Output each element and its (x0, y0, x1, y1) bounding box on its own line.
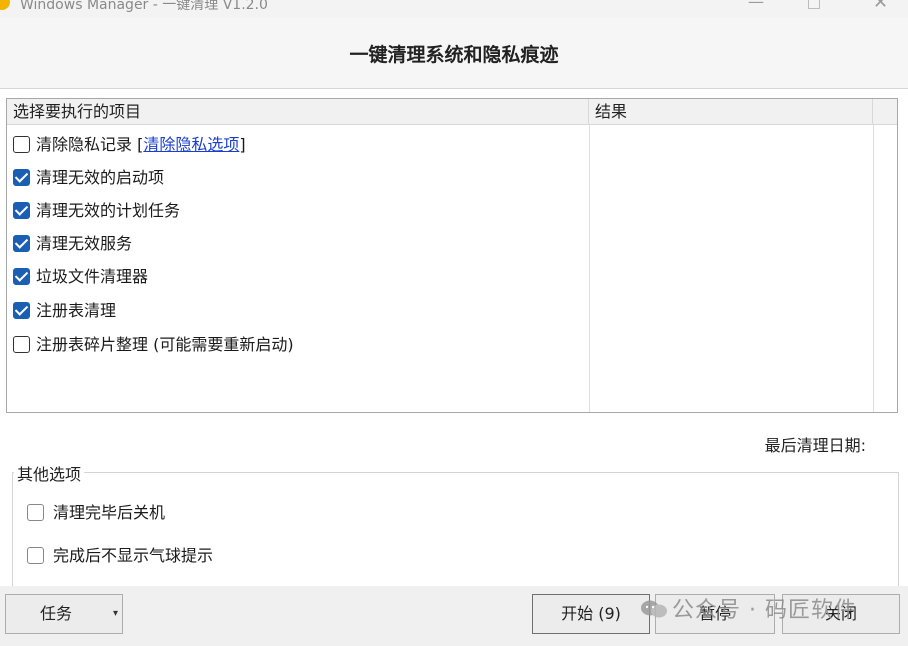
list-item-junk-files[interactable]: 垃圾文件清理器 (13, 265, 148, 289)
other-options-label: 其他选项 (14, 461, 85, 485)
list-item-clear-privacy[interactable]: 清除隐私记录 [清除隐私选项] (13, 133, 246, 157)
column-header-filler (873, 99, 897, 125)
group-border (12, 472, 13, 586)
watermark-text: 公众号 · 码匠软件 (672, 598, 857, 623)
list-item-startup[interactable]: 清理无效的启动项 (13, 166, 164, 190)
window-titlebar: Windows Manager - 一键清理 V1.2.0 — ✕ (0, 0, 908, 18)
option-label: 清理完毕后关机 (53, 503, 166, 522)
checkbox[interactable] (27, 504, 44, 521)
group-border (12, 472, 898, 473)
list-item-scheduled-tasks[interactable]: 清理无效的计划任务 (13, 199, 180, 223)
close-window-icon[interactable]: ✕ (873, 0, 888, 13)
column-divider (589, 125, 590, 412)
app-icon (0, 0, 10, 10)
column-divider (873, 125, 874, 412)
list-item-label: 清理无效服务 (36, 234, 133, 253)
maximize-icon[interactable] (808, 0, 820, 9)
task-list: 选择要执行的项目 结果 清除隐私记录 [清除隐私选项] 清理无效的启动项 清理无… (6, 98, 898, 413)
list-item-label: 注册表碎片整理 (可能需要重新启动) (36, 335, 294, 354)
option-no-balloon[interactable]: 完成后不显示气球提示 (27, 545, 213, 567)
option-shutdown-after[interactable]: 清理完毕后关机 (27, 502, 165, 524)
chevron-down-icon: ▾ (112, 608, 118, 619)
checkbox[interactable] (13, 136, 30, 153)
checkbox[interactable] (13, 202, 30, 219)
checkbox[interactable] (13, 235, 30, 252)
column-header-items[interactable]: 选择要执行的项目 (7, 99, 589, 125)
task-button-label: 任务 (40, 604, 73, 623)
checkbox[interactable] (13, 169, 30, 186)
last-clean-date-label: 最后清理日期: (764, 436, 866, 455)
header-panel: 一键清理系统和隐私痕迹 (0, 18, 908, 89)
watermark: 公众号 · 码匠软件 (640, 592, 857, 624)
checkbox[interactable] (13, 336, 30, 353)
checkbox[interactable] (13, 268, 30, 285)
list-item-registry-defrag[interactable]: 注册表碎片整理 (可能需要重新启动) (13, 333, 294, 357)
privacy-options-link[interactable]: 清除隐私选项 (143, 135, 239, 154)
window-title: Windows Manager - 一键清理 V1.2.0 (20, 0, 268, 13)
task-dropdown-button[interactable]: 任务 ▾ (5, 594, 123, 634)
list-item-label: 清理无效的启动项 (36, 168, 165, 187)
checkbox[interactable] (13, 302, 30, 319)
minimize-icon[interactable]: — (748, 0, 764, 11)
list-item-label: 注册表清理 (36, 301, 117, 320)
list-item-registry-clean[interactable]: 注册表清理 (13, 299, 116, 323)
list-item-label: 清除隐私记录 (36, 135, 133, 154)
option-label: 完成后不显示气球提示 (53, 546, 214, 565)
checkbox[interactable] (27, 547, 44, 564)
list-item-services[interactable]: 清理无效服务 (13, 232, 132, 256)
list-item-label: 垃圾文件清理器 (36, 267, 149, 286)
page-title: 一键清理系统和隐私痕迹 (349, 44, 559, 66)
group-border (898, 472, 899, 586)
wechat-icon (641, 600, 667, 618)
list-item-label: 清理无效的计划任务 (36, 201, 181, 220)
start-button[interactable]: 开始 (9) (532, 594, 650, 634)
column-header-result[interactable]: 结果 (589, 99, 873, 125)
